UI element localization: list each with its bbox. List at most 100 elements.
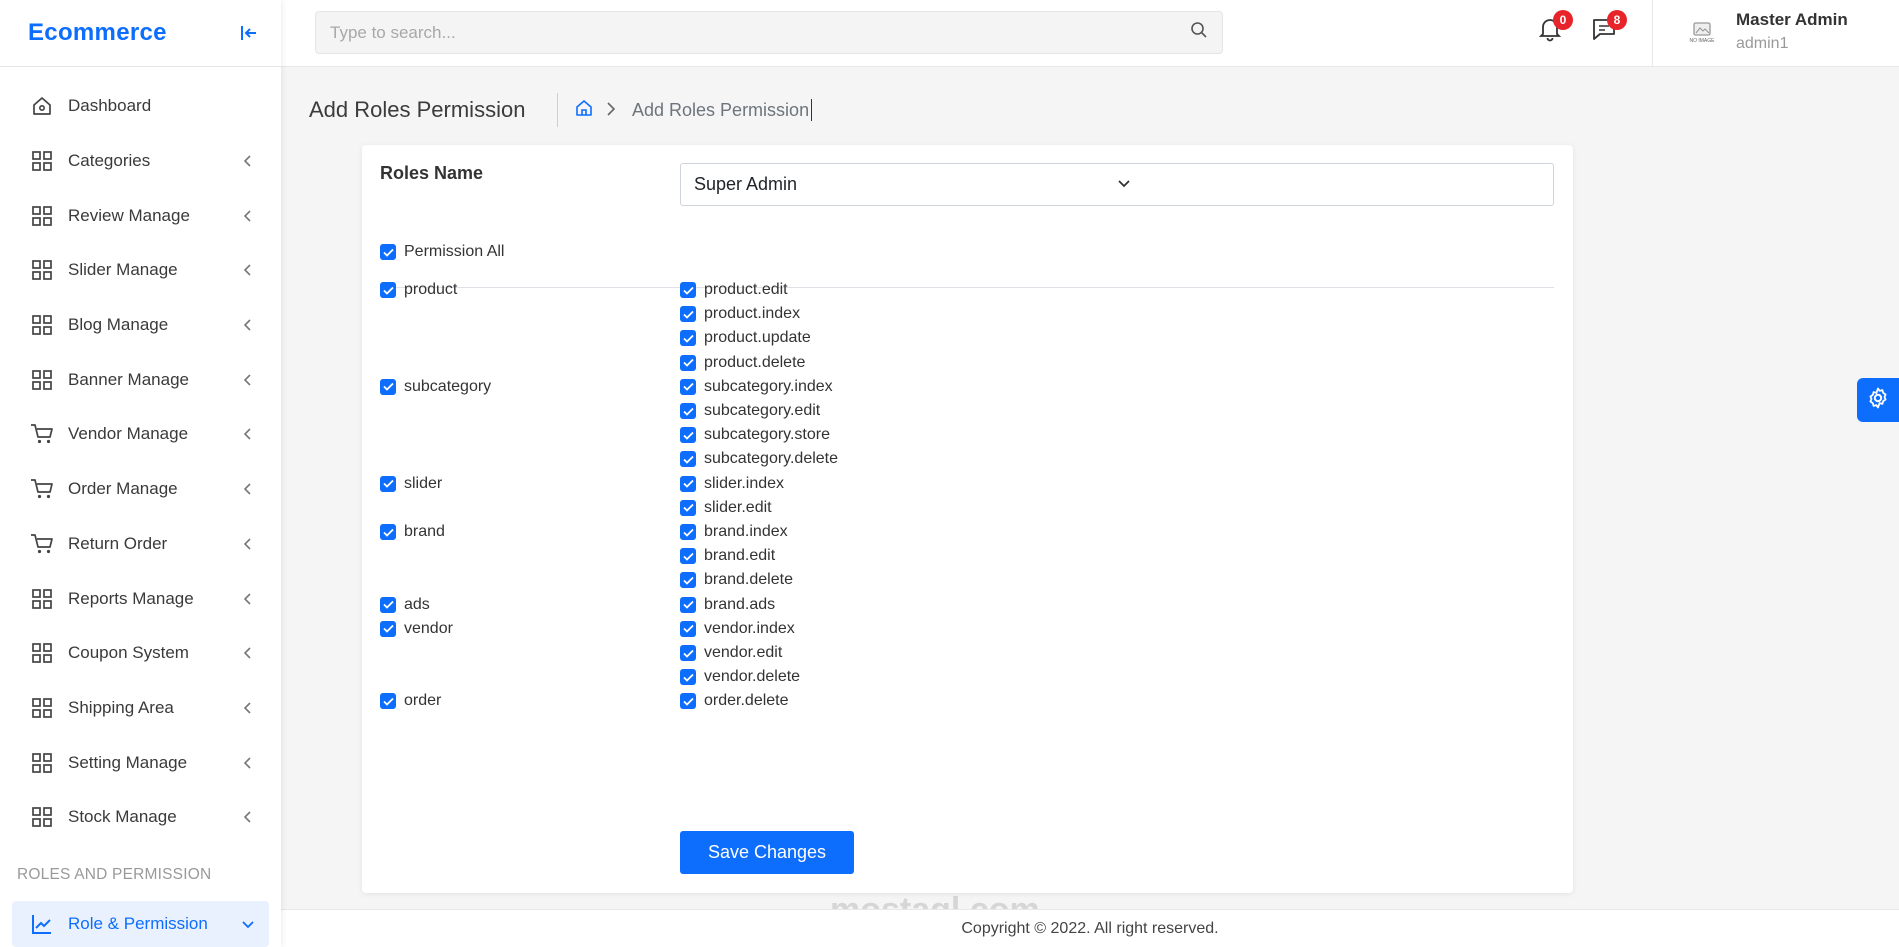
group-checkbox-product[interactable]: product <box>380 281 457 299</box>
group-checkbox-vendor[interactable]: vendor <box>380 620 453 638</box>
permission-label: subcategory.index <box>704 377 833 395</box>
sidebar-item-coupon-system[interactable]: Coupon System <box>0 626 281 681</box>
permission-label: brand.delete <box>704 571 793 589</box>
sidebar-item-order-manage[interactable]: Order Manage <box>0 462 281 517</box>
checkbox-checked-icon <box>680 306 696 323</box>
group-label: vendor <box>404 619 453 637</box>
home-icon <box>30 94 54 118</box>
permission-checkbox-subcategory-edit[interactable]: subcategory.edit <box>680 402 820 420</box>
cart-icon <box>30 532 54 556</box>
permission-label: vendor.index <box>704 619 795 637</box>
breadcrumb-divider <box>557 93 558 127</box>
permission-checkbox-vendor-delete[interactable]: vendor.delete <box>680 668 800 686</box>
collapse-sidebar-icon[interactable] <box>237 21 261 45</box>
sidebar-item-reports-manage[interactable]: Reports Manage <box>0 571 281 626</box>
permission-checkbox-brand-delete[interactable]: brand.delete <box>680 571 793 589</box>
chevron-left-icon <box>241 263 255 277</box>
permission-checkbox-brand-edit[interactable]: brand.edit <box>680 547 775 565</box>
sidebar-item-setting-manage[interactable]: Setting Manage <box>0 735 281 790</box>
sidebar-item-return-order[interactable]: Return Order <box>0 517 281 572</box>
sidebar-item-label: Shipping Area <box>68 697 174 717</box>
group-checkbox-subcategory[interactable]: subcategory <box>380 378 491 396</box>
search-icon[interactable] <box>1190 21 1208 44</box>
permission-checkbox-product-edit[interactable]: product.edit <box>680 281 788 299</box>
checkbox-checked-icon <box>380 620 396 637</box>
group-checkbox-slider[interactable]: slider <box>380 475 442 493</box>
checkbox-checked-icon <box>680 669 696 686</box>
bell-icon <box>1537 19 1563 46</box>
chevron-left-icon <box>241 482 255 496</box>
brand-logo[interactable]: Ecommerce <box>28 19 167 47</box>
save-changes-button[interactable]: Save Changes <box>680 831 854 874</box>
permission-checkbox-product-delete[interactable]: product.delete <box>680 354 805 372</box>
group-checkbox-ads[interactable]: ads <box>380 596 430 614</box>
sidebar-item-categories[interactable]: Categories <box>0 134 281 189</box>
sidebar-item-label: Categories <box>68 151 151 171</box>
permission-label: subcategory.delete <box>704 450 839 468</box>
search-input[interactable] <box>330 22 1190 43</box>
user-name[interactable]: Master Admin <box>1736 10 1848 30</box>
grid-icon <box>30 313 54 337</box>
chevron-down-icon <box>1117 174 1540 195</box>
sidebar-item-label: Setting Manage <box>68 752 188 772</box>
notifications-button[interactable]: 0 <box>1537 10 1573 46</box>
permission-all-label: Permission All <box>404 243 505 260</box>
group-checkbox-brand[interactable]: brand <box>380 523 445 541</box>
checkbox-checked-icon <box>380 244 396 260</box>
home-icon[interactable] <box>575 99 595 119</box>
copyright-text: Copyright © 2022. All right reserved. <box>961 919 1219 937</box>
sidebar-item-blog-manage[interactable]: Blog Manage <box>0 298 281 353</box>
permission-label: vendor.delete <box>704 668 801 686</box>
settings-toggle-button[interactable] <box>1857 378 1899 422</box>
permission-checkbox-brand-ads[interactable]: brand.ads <box>680 596 775 614</box>
permission-checkbox-subcategory-delete[interactable]: subcategory.delete <box>680 450 838 468</box>
sidebar-item-slider-manage[interactable]: Slider Manage <box>0 243 281 298</box>
sidebar-item-vendor-manage[interactable]: Vendor Manage <box>0 407 281 462</box>
sidebar-item-shipping-area[interactable]: Shipping Area <box>0 681 281 736</box>
sidebar-item-banner-manage[interactable]: Banner Manage <box>0 352 281 407</box>
permission-checkbox-subcategory-index[interactable]: subcategory.index <box>680 378 833 396</box>
permission-checkbox-slider-edit[interactable]: slider.edit <box>680 499 772 517</box>
sidebar-item-dashboard[interactable]: Dashboard <box>0 79 281 134</box>
permission-checkbox-product-update[interactable]: product.update <box>680 329 811 347</box>
permission-label: brand.edit <box>704 547 776 565</box>
chevron-left-icon <box>241 592 255 606</box>
checkbox-checked-icon <box>380 693 396 710</box>
sidebar-section-title: ROLES AND PERMISSION <box>17 865 212 883</box>
sidebar-item-review-manage[interactable]: Review Manage <box>0 188 281 243</box>
grid-icon <box>30 258 54 282</box>
permission-label: product.update <box>704 329 811 347</box>
checkbox-checked-icon <box>680 378 696 395</box>
checkbox-checked-icon <box>680 645 696 661</box>
permission-checkbox-product-index[interactable]: product.index <box>680 305 800 323</box>
permission-checkbox-vendor-index[interactable]: vendor.index <box>680 620 795 638</box>
sidebar-item-label: Review Manage <box>68 205 190 225</box>
cart-icon <box>30 422 54 446</box>
permission-all-checkbox[interactable]: Permission All <box>380 243 504 261</box>
permission-label: slider.index <box>704 474 785 492</box>
grid-icon <box>30 368 54 392</box>
permission-checkbox-slider-index[interactable]: slider.index <box>680 475 784 493</box>
checkbox-checked-icon <box>680 451 696 468</box>
user-role: admin1 <box>1736 35 1789 52</box>
permission-form-card: Roles Name Super Admin Permission All pr… <box>362 145 1573 893</box>
group-label: subcategory <box>404 377 492 395</box>
permission-checkbox-order-delete[interactable]: order.delete <box>680 692 789 710</box>
checkbox-checked-icon <box>680 693 696 710</box>
permission-checkbox-vendor-edit[interactable]: vendor.edit <box>680 644 782 662</box>
checkbox-checked-icon <box>680 403 696 419</box>
permission-checkbox-subcategory-store[interactable]: subcategory.store <box>680 426 830 444</box>
messages-button[interactable]: 8 <box>1591 10 1627 46</box>
checkbox-checked-icon <box>680 427 696 444</box>
permission-checkbox-brand-index[interactable]: brand.index <box>680 523 788 541</box>
divider <box>380 287 1554 288</box>
avatar[interactable]: NO IMAGE <box>1681 12 1723 54</box>
roles-select[interactable]: Super Admin <box>680 163 1554 206</box>
group-label: product <box>404 281 458 298</box>
group-checkbox-order[interactable]: order <box>380 692 441 710</box>
sidebar-item-role-permission[interactable]: Role & Permission <box>12 900 269 947</box>
group-label: ads <box>404 595 430 613</box>
sidebar-item-stock-manage[interactable]: Stock Manage <box>0 790 281 845</box>
grid-icon <box>30 751 54 775</box>
grid-icon <box>30 587 54 611</box>
